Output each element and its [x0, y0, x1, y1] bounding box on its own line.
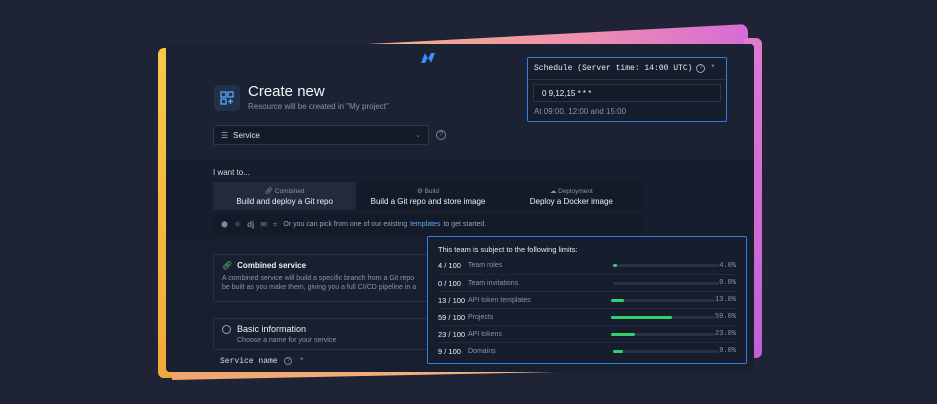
mode-card-kicker: Deployment: [558, 187, 593, 195]
limit-row: 23 / 100 API tokens 23.0%: [438, 325, 736, 342]
limit-row: 59 / 100 Projects 59.0%: [438, 308, 736, 325]
limit-percent: 0.0%: [719, 279, 736, 287]
limit-progress-fill: [613, 264, 618, 267]
limits-list: 4 / 100 Team roles 4.0% 0 / 100 Team inv…: [438, 257, 736, 359]
framework-icon[interactable]: ⬢: [221, 220, 228, 229]
northflank-logo-icon: [421, 53, 435, 63]
chevron-down-icon: ⌄: [415, 132, 421, 139]
limit-row: 13 / 100 API token templates 13.0%: [438, 291, 736, 308]
help-icon[interactable]: ?: [284, 357, 293, 365]
limit-progress-fill: [613, 349, 623, 353]
limit-progress-fill: [610, 298, 625, 302]
limit-count: 0 / 100: [438, 278, 461, 288]
limit-row: 0 / 100 Team invitations 0.0%: [438, 274, 736, 291]
required-asterisk: *: [299, 357, 305, 367]
limit-percent: 23.0%: [714, 330, 736, 338]
cron-description: At 09:00, 12:00 and 15:00: [534, 107, 627, 116]
link-icon: 🔗︎: [222, 261, 233, 270]
limit-count: 4 / 100: [438, 261, 461, 270]
limit-count: 59 / 100: [438, 312, 466, 322]
limit-progress-bar: [613, 281, 719, 285]
cloud-icon: ☁: [549, 187, 557, 195]
resource-type-value: Service: [233, 130, 260, 140]
limit-label: API tokens: [468, 330, 502, 338]
create-resource-icon: [214, 85, 240, 111]
link-icon: 🔗︎: [264, 187, 274, 195]
combined-service-title: Combined service: [237, 261, 307, 270]
schedule-popover: Schedule (Server time: 14:00 UTC) ? * 0 …: [527, 57, 727, 122]
limit-progress-bar: [610, 332, 715, 336]
react-icon[interactable]: ⚛: [234, 220, 241, 229]
limit-percent: 4.0%: [719, 261, 736, 270]
help-icon[interactable]: ?: [696, 64, 706, 73]
mode-card-combined[interactable]: 🔗︎ Combined Build and deploy a Git repo: [213, 182, 357, 210]
basic-info-title: Basic information: [237, 324, 307, 334]
limit-count: 23 / 100: [438, 329, 466, 339]
limit-progress-bar: [610, 315, 715, 319]
limit-count: 13 / 100: [438, 295, 466, 305]
mode-card-kicker: Build: [424, 187, 440, 195]
gear-icon: ⚙: [416, 187, 423, 195]
layers-icon: ☰: [221, 130, 229, 140]
clock-icon: [222, 324, 231, 334]
limit-progress-bar: [613, 264, 719, 267]
limit-progress-fill: [610, 332, 635, 336]
limit-label: Team invitations: [468, 279, 519, 287]
templates-text: Or you can pick from one of our existing: [283, 220, 408, 228]
templates-link[interactable]: templates: [410, 221, 440, 228]
limit-label: API token templates: [468, 296, 531, 304]
basic-info-subtitle: Choose a name for your service: [237, 337, 337, 344]
mode-card-deployment[interactable]: ☁ Deployment Deploy a Docker image: [500, 182, 643, 210]
limit-percent: 13.0%: [714, 296, 736, 304]
mode-card-title: Deploy a Docker image: [529, 196, 613, 206]
team-limits-popover: This team is subject to the following li…: [427, 236, 747, 364]
templates-row: ⬢ ⚛ dj ✉ ≈ Or you can pick from one of o…: [213, 214, 643, 234]
limit-label: Team roles: [468, 262, 503, 269]
basic-information-section[interactable]: Basic information Choose a name for your…: [213, 318, 443, 350]
limit-percent: 59.0%: [714, 313, 736, 321]
limits-heading: This team is subject to the following li…: [438, 245, 578, 254]
required-asterisk: *: [710, 64, 716, 73]
i-want-label: I want to...: [213, 168, 250, 177]
django-icon[interactable]: dj: [247, 220, 254, 229]
help-icon[interactable]: ?: [436, 130, 446, 140]
decorative-glow-top: [330, 24, 748, 46]
limit-row: 4 / 100 Team roles 4.0%: [438, 257, 736, 274]
mode-card-build[interactable]: ⚙ Build Build a Git repo and store image: [356, 182, 499, 210]
service-name-text: Service name: [220, 357, 278, 367]
limit-label: Domains: [468, 347, 496, 355]
combined-service-desc: A combined service will build a specific…: [222, 275, 415, 282]
limit-label: Projects: [468, 313, 494, 321]
resource-type-select[interactable]: ☰ Service ⌄: [213, 125, 429, 145]
template-icon[interactable]: ✉: [260, 220, 267, 229]
page-title: Create new: [248, 83, 325, 100]
limit-progress-fill: [610, 315, 673, 319]
service-mode-cards: 🔗︎ Combined Build and deploy a Git repo …: [213, 182, 643, 210]
limit-progress-bar: [610, 298, 715, 302]
cron-input[interactable]: 0 9,12,15 * * *: [533, 84, 721, 102]
service-name-label: Service name ? *: [220, 357, 304, 366]
limit-count: 9 / 100: [438, 346, 461, 356]
mode-card-kicker: Combined: [274, 187, 305, 195]
mode-card-title: Build a Git repo and store image: [370, 196, 486, 206]
limit-percent: 9.0%: [719, 347, 736, 355]
limit-progress-bar: [613, 349, 719, 353]
page-subtitle: Resource will be created in "My project": [248, 102, 389, 111]
schedule-title: Schedule (Server time: 14:00 UTC): [534, 64, 693, 73]
limit-row: 9 / 100 Domains 9.0%: [438, 342, 736, 359]
mode-card-title: Build and deploy a Git repo: [236, 196, 333, 206]
templates-text-after: to get started.: [443, 220, 487, 228]
template-icon[interactable]: ≈: [273, 220, 277, 229]
combined-service-desc: be built as you make them, giving you a …: [222, 284, 417, 291]
schedule-header: Schedule (Server time: 14:00 UTC) ? *: [528, 58, 726, 80]
combined-service-info: 🔗︎ Combined service A combined service wi…: [213, 254, 443, 302]
